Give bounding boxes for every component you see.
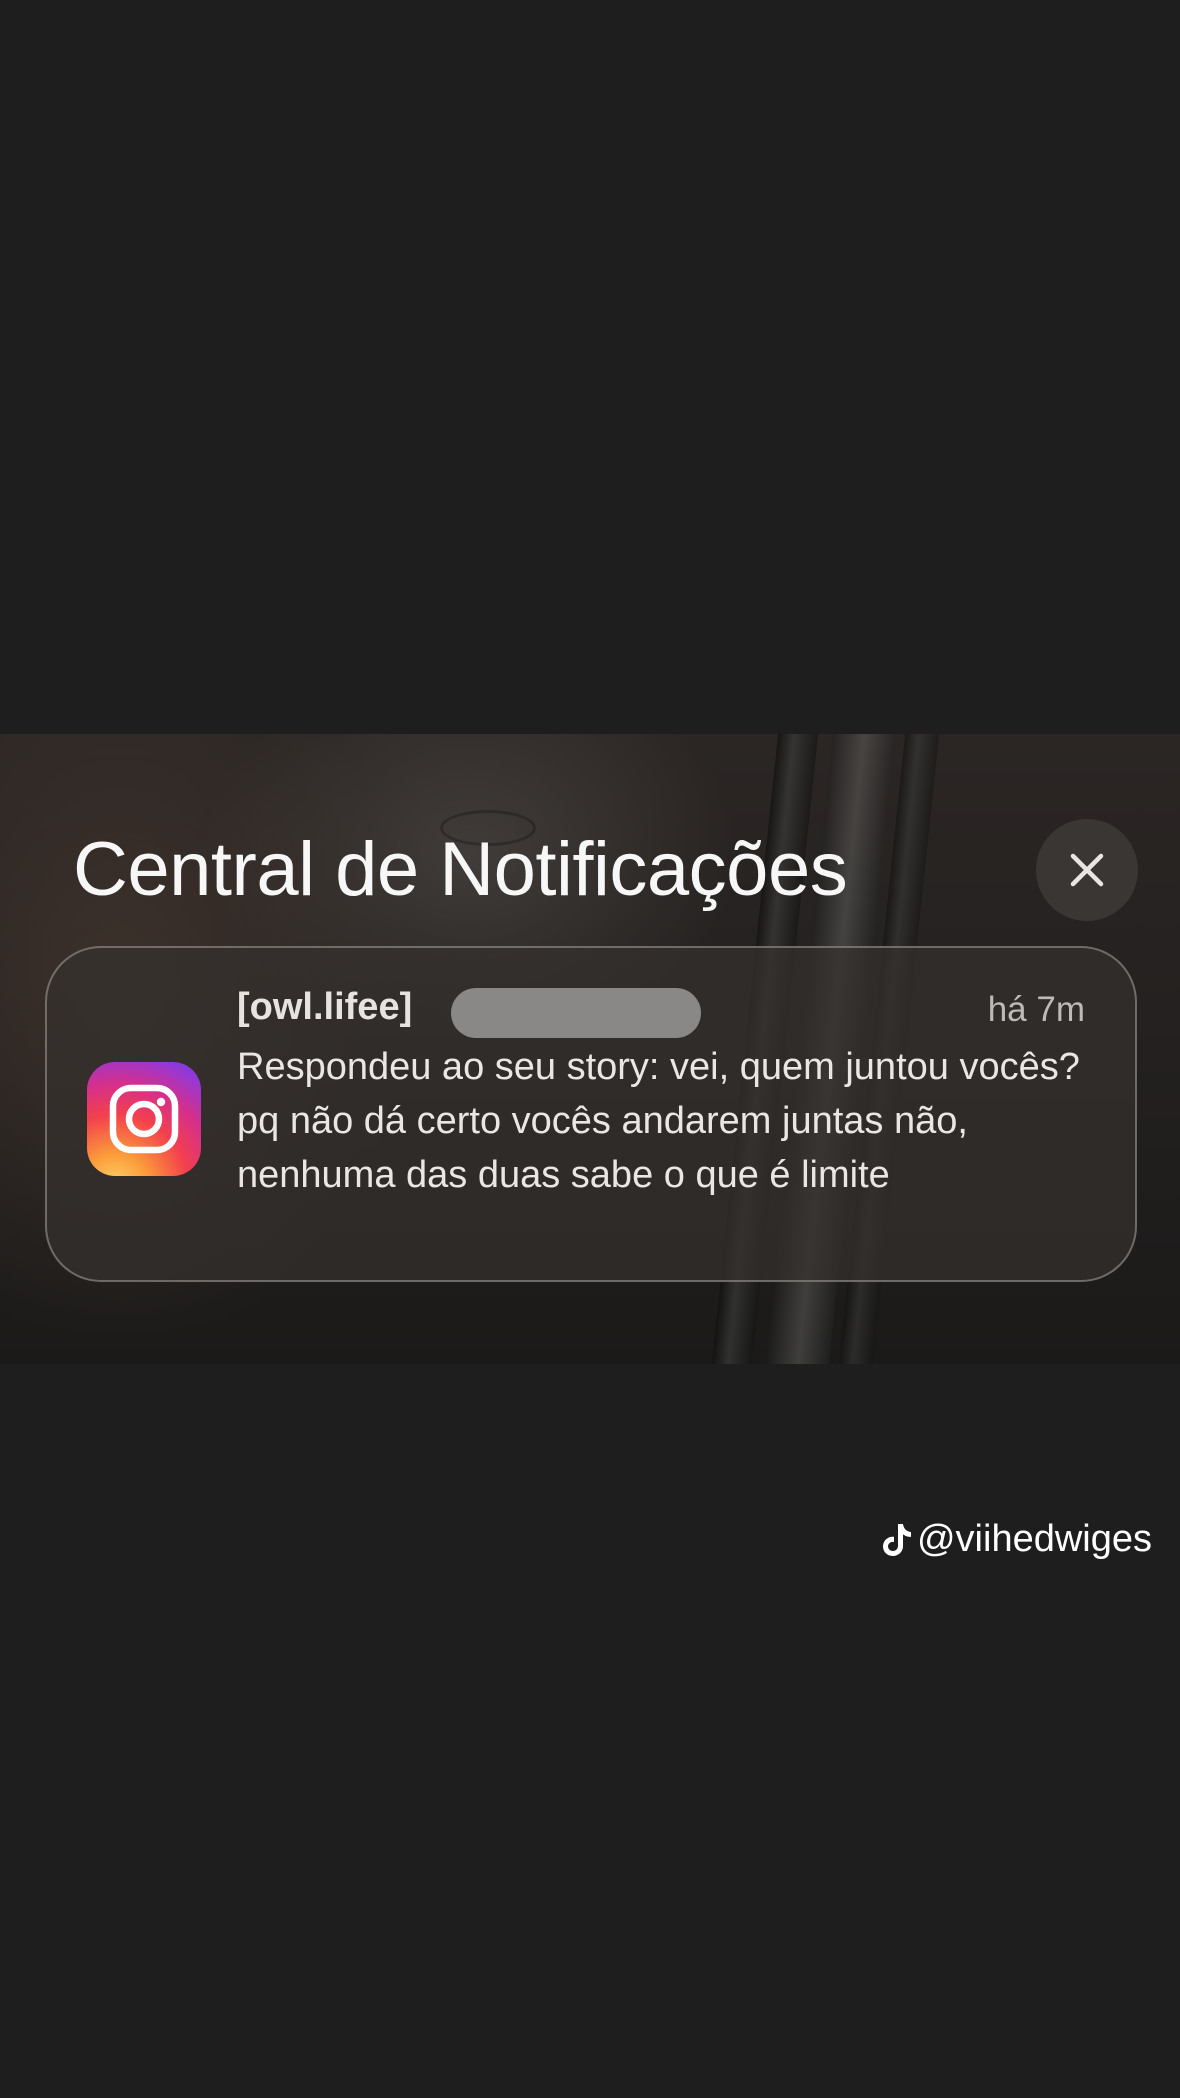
notification-center-title: Central de Notificações [73,827,848,912]
close-icon [1070,853,1104,887]
notification-sender: [owl.lifee] [237,986,413,1028]
notification-time: há 7m [987,990,1085,1029]
watermark: @viihedwiges [879,1518,1152,1561]
notification-screenshot: Central de Notificações [owl.lifee] há 7… [0,734,1180,1364]
redacted-name [451,988,701,1038]
watermark-handle: @viihedwiges [916,1518,1152,1560]
notification-message: Respondeu ao seu story: vei, quem juntou… [237,1046,1080,1196]
notification-card[interactable]: [owl.lifee] há 7m Respondeu ao seu story… [45,946,1137,1282]
page: Central de Notificações [owl.lifee] há 7… [0,0,1180,2098]
close-button[interactable] [1036,819,1138,921]
tiktok-icon [882,1523,911,1556]
instagram-icon [87,1062,201,1176]
